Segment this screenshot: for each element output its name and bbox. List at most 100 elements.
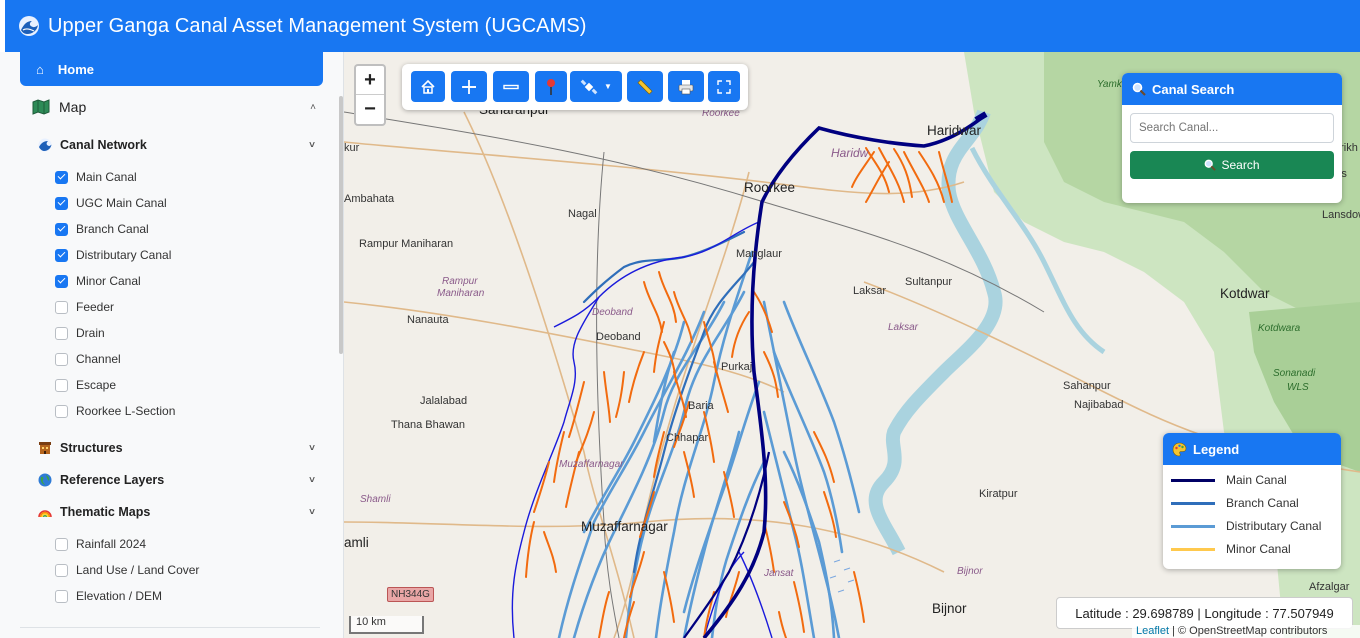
place-label: Kiratpur (979, 488, 1018, 500)
canal-search-button[interactable]: Search (1130, 151, 1334, 179)
toolbar-home-button[interactable] (411, 71, 445, 102)
map-view[interactable]: Saharanpur Haridwar Haridw Roorkee Roork… (344, 52, 1360, 638)
checkbox-checked[interactable] (55, 196, 68, 210)
toolbar-print-button[interactable] (668, 71, 704, 102)
checkbox[interactable] (55, 404, 68, 418)
layer-toggle-item[interactable]: Branch Canal (55, 222, 149, 236)
toolbar-fullscreen-button[interactable] (708, 71, 740, 102)
sidebar-divider (20, 627, 320, 628)
layer-toggle-item[interactable]: Rainfall 2024 (55, 537, 146, 551)
leaflet-link[interactable]: Leaflet (1136, 625, 1169, 637)
home-icon (421, 79, 435, 94)
road-badge: NH344G (387, 587, 434, 602)
place-label: Jansat (764, 568, 794, 579)
app-header: Upper Ganga Canal Asset Management Syste… (5, 0, 1360, 52)
place-label: Shamli (360, 494, 391, 505)
zoom-in-button[interactable]: + (356, 66, 384, 95)
canal-search-title: Canal Search (1152, 81, 1235, 97)
layer-label: UGC Main Canal (76, 196, 167, 210)
zoom-control: + − (354, 64, 386, 126)
place-label: Jalalabad (420, 395, 468, 407)
place-label: Manglaur (736, 248, 782, 260)
attribution-text: | © OpenStreetMap contributors (1169, 625, 1328, 637)
group-reference-layers[interactable]: Reference Layers ˅ (38, 473, 343, 487)
zoom-in-icon (462, 79, 476, 94)
rainbow-icon (38, 510, 52, 518)
layer-toggle-item[interactable]: Roorkee L-Section (55, 404, 175, 418)
toolbar-satellite-dropdown[interactable]: ▼ (570, 71, 622, 102)
checkbox[interactable] (55, 352, 68, 366)
place-label: Thana Bhawan (391, 419, 465, 431)
map-toolbar: ▼ (402, 64, 748, 110)
canal-search-header: Canal Search (1122, 73, 1342, 105)
place-label: Bijnor (957, 566, 983, 577)
sidebar-item-home[interactable]: ⌂ Home (20, 52, 323, 86)
place-label: Baria (688, 400, 714, 412)
place-label: Maniharan (437, 288, 485, 299)
caret-down-icon: ▼ (604, 82, 612, 91)
group-structures[interactable]: Structures ˅ (38, 441, 343, 455)
layer-toggle-item[interactable]: Escape (55, 378, 116, 392)
toolbar-zoom-in-button[interactable] (451, 71, 487, 102)
checkbox-checked[interactable] (55, 170, 68, 184)
legend-item: Distributary Canal (1171, 519, 1321, 533)
layer-label: Minor Canal (76, 274, 141, 288)
canal-search-input[interactable] (1130, 113, 1334, 143)
place-label: kur (344, 142, 360, 154)
checkbox-checked[interactable] (55, 248, 68, 262)
legend-label: Minor Canal (1226, 542, 1291, 556)
map-icon (32, 99, 50, 115)
place-label: Deoband (596, 331, 641, 343)
group-canal-network[interactable]: Canal Network ˅ (38, 138, 343, 152)
group-label: Reference Layers (60, 473, 165, 487)
place-label: amli (344, 535, 369, 550)
checkbox[interactable] (55, 300, 68, 314)
layer-toggle-item[interactable]: UGC Main Canal (55, 196, 167, 210)
minor-canals (525, 147, 953, 638)
checkbox-checked[interactable] (55, 274, 68, 288)
checkbox[interactable] (55, 589, 68, 603)
legend-item: Minor Canal (1171, 542, 1291, 556)
place-label: Nanauta (407, 314, 449, 326)
group-thematic-maps[interactable]: Thematic Maps ˅ (38, 505, 343, 519)
layer-toggle-item[interactable]: Land Use / Land Cover (55, 563, 199, 577)
place-label: Muzaffarnagar (559, 459, 624, 470)
place-label: Lansdow (1322, 209, 1360, 221)
layer-label: Main Canal (76, 170, 137, 184)
layer-label: Branch Canal (76, 222, 149, 236)
legend-swatch (1171, 478, 1215, 482)
layer-toggle-item[interactable]: Minor Canal (55, 274, 141, 288)
search-icon (1132, 82, 1146, 96)
toolbar-zoom-out-button[interactable] (493, 71, 529, 102)
ruler-icon (637, 79, 653, 94)
chevron-up-icon: ˄ (310, 101, 316, 113)
sidebar-section-map[interactable]: Map ˄ (32, 99, 343, 115)
place-label: Haridwar (927, 123, 982, 138)
checkbox[interactable] (55, 563, 68, 577)
layer-toggle-item[interactable]: Feeder (55, 300, 114, 314)
layer-toggle-item[interactable]: Elevation / DEM (55, 589, 162, 603)
place-label: Nagal (568, 208, 597, 220)
layer-toggle-item[interactable]: Main Canal (55, 170, 137, 184)
layer-label: Feeder (76, 300, 115, 314)
place-label: Bijnor (932, 601, 967, 616)
layer-toggle-item[interactable]: Channel (55, 352, 121, 366)
toolbar-measure-button[interactable] (627, 71, 663, 102)
place-label: Najibabad (1074, 399, 1124, 411)
sidebar-scrollbar[interactable] (339, 96, 343, 354)
place-label: Roorkee (744, 180, 796, 195)
place-label: Rampur Maniharan (359, 238, 454, 250)
zoom-out-button[interactable]: − (356, 95, 384, 124)
layer-toggle-item[interactable]: Drain (55, 326, 105, 340)
wave-icon (38, 138, 52, 152)
checkbox[interactable] (55, 537, 68, 551)
toolbar-marker-button[interactable] (535, 71, 567, 102)
checkbox[interactable] (55, 326, 68, 340)
chevron-down-icon: ˅ (309, 139, 315, 151)
layer-toggle-item[interactable]: Distributary Canal (55, 248, 171, 262)
checkbox-checked[interactable] (55, 222, 68, 236)
place-label: Sonanadi (1273, 368, 1316, 379)
checkbox[interactable] (55, 378, 68, 392)
search-icon (1205, 159, 1217, 171)
section-label: Map (59, 99, 87, 115)
